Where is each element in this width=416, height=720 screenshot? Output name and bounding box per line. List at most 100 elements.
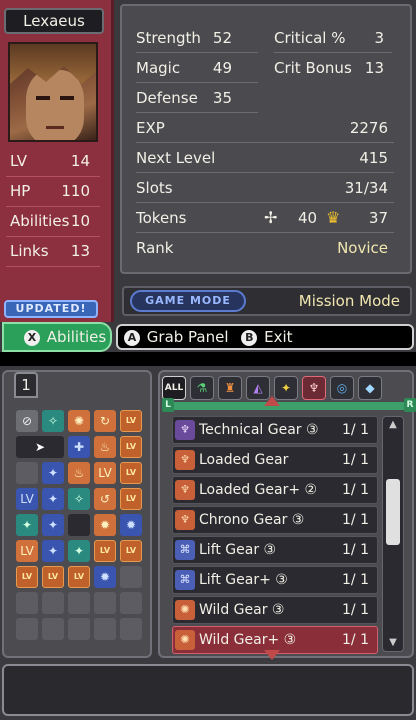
scroll-down-arrow-icon[interactable] — [264, 650, 280, 660]
list-item[interactable]: ♆ Chrono Gear ③ 1/ 1 — [172, 506, 378, 534]
empty-slot[interactable] — [120, 618, 142, 640]
hint-label: Exit — [264, 328, 293, 346]
stat-value: 37 — [368, 209, 388, 227]
stat-exp: EXP 2276 — [136, 114, 388, 142]
empty-slot[interactable] — [16, 592, 38, 614]
stat-defense: Defense 35 — [136, 84, 232, 112]
empty-slot[interactable] — [16, 462, 38, 484]
stat-label: Slots — [136, 179, 173, 197]
gear-panel-icon[interactable]: ✹ — [94, 514, 116, 536]
empty-slot[interactable] — [42, 592, 64, 614]
level-panel[interactable]: LV — [42, 566, 64, 588]
fire-panel-icon[interactable]: ♨ — [94, 436, 116, 458]
level-panel[interactable]: LV — [16, 540, 38, 562]
portrait-mouth — [46, 126, 64, 129]
exit-hint[interactable]: B Exit — [241, 328, 293, 346]
ability-panel-icon[interactable]: ✦ — [42, 540, 64, 562]
level-panel[interactable]: LV — [120, 436, 142, 458]
empty-slot[interactable] — [16, 618, 38, 640]
stat-label: Rank — [136, 239, 174, 257]
level-panel[interactable]: LV — [16, 488, 38, 510]
scroll-down-icon[interactable]: ▼ — [386, 637, 400, 649]
attack-panel-icon[interactable]: ⊘ — [16, 410, 38, 432]
gem-category-icon[interactable]: ◆ — [358, 376, 382, 400]
empty-slot[interactable] — [120, 566, 142, 588]
bottom-screen: 1 ⊘ ✧ ✺ ↻ LV ➤ ✚ ♨ LV ✦ ♨ LV LV LV ✦ ✧ ↺… — [0, 366, 416, 720]
stat-label: Abilities — [10, 212, 70, 230]
divider — [136, 112, 258, 113]
stat-crit-bonus: Crit Bonus 13 — [274, 54, 384, 82]
bonus-category-icon[interactable]: ◎ — [330, 376, 354, 400]
stat-value: 415 — [359, 149, 388, 167]
game-mode-label: GAME MODE — [130, 290, 246, 312]
stat-label: Defense — [136, 89, 198, 107]
stat-label: LV — [10, 152, 27, 170]
item-name: Lift Gear+ ③ — [199, 572, 288, 588]
empty-slot[interactable] — [42, 618, 64, 640]
level-panel[interactable]: LV — [120, 488, 142, 510]
empty-slot[interactable] — [68, 514, 90, 536]
list-item[interactable]: ♆ Loaded Gear+ ② 1/ 1 — [172, 476, 378, 504]
scroll-up-arrow-icon[interactable] — [264, 396, 280, 406]
level-panel[interactable]: LV — [68, 566, 90, 588]
r-button-icon[interactable]: R — [404, 398, 416, 412]
divider — [136, 142, 394, 143]
list-item[interactable]: ♆ Technical Gear ③ 1/ 1 — [172, 416, 378, 444]
ability-panel-icon[interactable]: ✦ — [42, 462, 64, 484]
stat-label: Strength — [136, 29, 201, 47]
empty-slot[interactable] — [94, 618, 116, 640]
item-count: 1/ 1 — [342, 512, 369, 528]
level-panel[interactable]: LV — [120, 462, 142, 484]
l-button-icon[interactable]: L — [162, 398, 174, 412]
a-button-icon: A — [124, 330, 140, 346]
stat-value: 13 — [364, 59, 384, 77]
gear-category-icon[interactable]: ♆ — [302, 376, 326, 400]
fire-panel-icon[interactable]: ✺ — [68, 410, 90, 432]
swirl-panel-icon[interactable]: ↺ — [94, 488, 116, 510]
ability-panel-icon[interactable]: ✚ — [68, 436, 90, 458]
scroll-up-icon[interactable]: ▲ — [386, 419, 400, 431]
list-item[interactable]: ✺ Wild Gear ③ 1/ 1 — [172, 596, 378, 624]
ability-panel-icon[interactable]: ✦ — [68, 540, 90, 562]
armor-category-icon[interactable]: ♜ — [218, 376, 242, 400]
magic-panel-icon[interactable]: ✦ — [16, 514, 38, 536]
abilities-tab[interactable]: X Abilities — [2, 322, 112, 352]
item-count: 1/ 1 — [342, 482, 369, 498]
empty-slot[interactable] — [120, 592, 142, 614]
panel-grid[interactable]: ⊘ ✧ ✺ ↻ LV ➤ ✚ ♨ LV ✦ ♨ LV LV LV ✦ ✧ ↺ L… — [16, 410, 144, 650]
divider — [136, 82, 258, 83]
item-category-icon[interactable]: ⚗ — [190, 376, 214, 400]
level-panel[interactable]: LV — [120, 540, 142, 562]
category-all-tab[interactable]: ALL — [162, 376, 186, 400]
stat-value: 10 — [70, 212, 90, 230]
level-panel[interactable]: LV — [94, 540, 116, 562]
level-up-panel[interactable]: LV — [94, 462, 116, 484]
stat-value: 14 — [70, 152, 90, 170]
game-mode-bar: GAME MODE Mission Mode — [122, 286, 412, 316]
level-panel[interactable]: LV — [120, 410, 142, 432]
weapon-panel-icon[interactable]: ➤ — [16, 436, 64, 458]
game-mode-value: Mission Mode — [298, 292, 400, 310]
item-name: Wild Gear ③ — [199, 602, 285, 618]
list-item[interactable]: ⌘ Lift Gear+ ③ 1/ 1 — [172, 566, 378, 594]
scroll-thumb[interactable] — [386, 479, 400, 545]
screen-divider — [0, 352, 416, 366]
gear-icon: ♆ — [175, 510, 195, 530]
empty-slot[interactable] — [68, 618, 90, 640]
gear-panel-icon[interactable]: ✹ — [120, 514, 142, 536]
magic-panel-icon[interactable]: ✧ — [68, 488, 90, 510]
magic-panel-icon[interactable]: ✧ — [42, 410, 64, 432]
fire-panel-icon[interactable]: ♨ — [68, 462, 90, 484]
grid-page-tab[interactable]: 1 — [14, 372, 38, 398]
ability-panel-icon[interactable]: ✦ — [42, 514, 64, 536]
list-item[interactable]: ♆ Loaded Gear 1/ 1 — [172, 446, 378, 474]
swirl-panel-icon[interactable]: ↻ — [94, 410, 116, 432]
gear-panel-icon[interactable]: ✹ — [94, 566, 116, 588]
empty-slot[interactable] — [68, 592, 90, 614]
ability-panel-icon[interactable]: ✦ — [42, 488, 64, 510]
list-item[interactable]: ⌘ Lift Gear ③ 1/ 1 — [172, 536, 378, 564]
level-panel[interactable]: LV — [16, 566, 38, 588]
empty-slot[interactable] — [94, 592, 116, 614]
scrollbar[interactable]: ▲ ▼ — [382, 416, 404, 652]
grab-panel-hint[interactable]: A Grab Panel — [124, 328, 233, 346]
